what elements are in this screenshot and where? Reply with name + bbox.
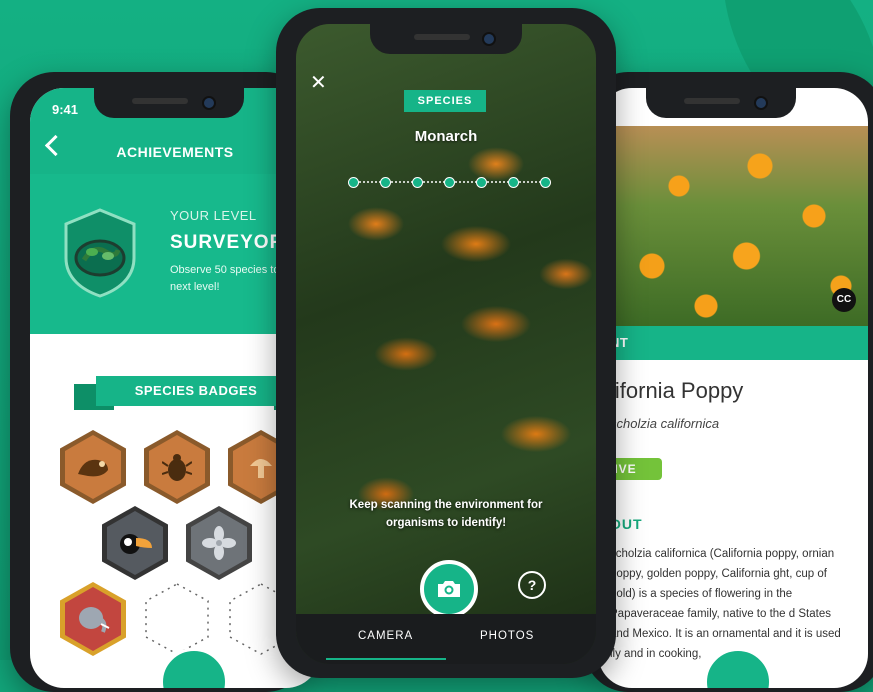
center-phone: ✕ SPECIES Monarch Keep scanning the envi… [276,8,616,678]
badge-elephant[interactable] [60,582,126,656]
category-bar: NT [598,326,868,360]
front-camera [482,32,496,46]
your-level-label: YOUR LEVEL [170,208,257,223]
close-icon[interactable]: ✕ [310,70,327,95]
progress-dot [540,177,551,188]
badges-title: SPECIES BADGES [96,376,296,406]
species-description: scholzia californica (California poppy, … [610,548,841,660]
battery-icon [834,104,855,114]
progress-dot [476,177,487,188]
species-scientific-name: scholzia californica [610,416,720,431]
camera-icon [438,581,460,597]
wifi-icon [816,104,830,113]
progress-dot [412,177,423,188]
tab-photos[interactable]: PHOTOS [480,630,534,642]
badge-locked-1 [145,583,209,655]
species-detail-screen: CC NT lifornia Poppy scholzia californic… [598,88,868,688]
species-name: Monarch [414,128,478,145]
shutter-button[interactable] [420,560,478,618]
flower-icon [191,511,247,575]
speaker [414,34,470,40]
notch [646,88,796,118]
camera-screen: ✕ SPECIES Monarch Keep scanning the envi… [296,24,596,664]
species-common-name: lifornia Poppy [610,378,744,403]
tab-camera[interactable]: CAMERA [358,630,413,642]
level-name: SURVEYOR [170,232,285,253]
help-button[interactable]: ? [518,571,546,599]
right-phone: CC NT lifornia Poppy scholzia californic… [584,72,873,692]
front-camera [754,96,768,110]
bottom-tabbar: CAMERA PHOTOS [296,614,596,664]
speaker [132,98,188,104]
elephant-icon [65,587,121,651]
status-time: 9:41 [52,102,79,117]
progress-dot [444,177,455,188]
status-icons [798,104,856,114]
species-photo [598,126,868,326]
badge-flower[interactable] [186,506,252,580]
left-phone: 9:41 ACHIEVEMENTS YOUR LEVEL SURVEYOR Ob… [10,72,320,692]
badge-beetle[interactable] [144,430,210,504]
badge-toucan[interactable] [102,506,168,580]
level-shield-icon [64,208,136,298]
progress-dot [380,177,391,188]
progress-dot [508,177,519,188]
notch [94,88,244,118]
cc-license-badge[interactable]: CC [832,288,856,312]
badge-frog[interactable] [60,430,126,504]
progress-dot [348,177,359,188]
toucan-icon [107,511,163,575]
beetle-icon [149,435,205,499]
speaker [684,98,740,104]
scan-instruction: Keep scanning the environment for organi… [349,499,543,529]
taxonomy-progress [348,174,551,188]
front-camera [202,96,216,110]
notch [370,24,522,54]
signal-icon [798,104,812,114]
frog-icon [65,435,121,499]
species-chip: SPECIES [404,90,486,112]
